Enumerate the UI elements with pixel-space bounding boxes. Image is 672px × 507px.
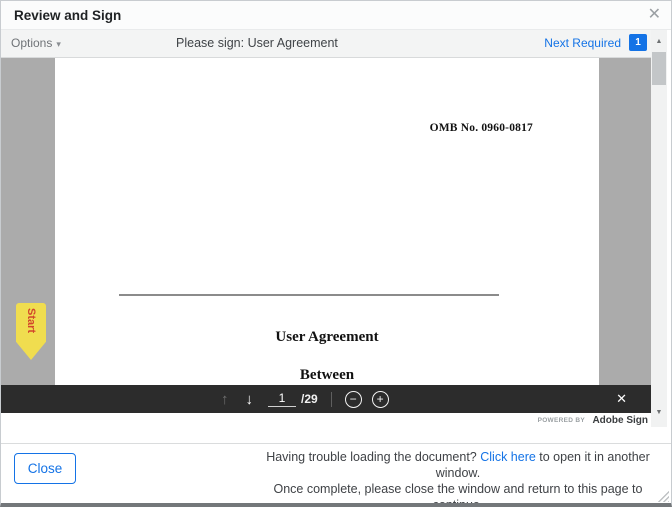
close-button[interactable]: Close — [14, 453, 76, 484]
vertical-scrollbar[interactable]: ▲ ▼ — [651, 30, 667, 427]
omb-number: OMB No. 0960-0817 — [429, 122, 533, 134]
document-viewer: OMB No. 0960-0817 User Agreement Between… — [1, 58, 651, 413]
options-menu-button[interactable]: Options ▾ — [11, 36, 61, 50]
help-text: Having trouble loading the document? Cli… — [253, 449, 663, 507]
right-gutter — [667, 30, 671, 427]
powered-by-row: POWERED BY Adobe Sign — [1, 413, 651, 427]
options-label: Options — [11, 36, 53, 50]
nav-divider — [330, 391, 332, 407]
document-page: OMB No. 0960-0817 User Agreement Between — [55, 58, 599, 413]
document-subtitle: Between — [299, 367, 355, 383]
adobe-sign-brand: Adobe Sign — [592, 415, 648, 426]
start-tab-label: Start — [25, 308, 37, 334]
sign-toolbar: Options ▾ Please sign: User Agreement Nex… — [1, 30, 651, 58]
next-required-count-badge: 1 — [629, 34, 647, 51]
next-page-icon[interactable]: ↓ — [246, 392, 254, 407]
scrollbar-down-icon[interactable]: ▼ — [651, 409, 667, 416]
footer-divider — [1, 443, 671, 444]
start-signing-tab[interactable]: Start — [16, 303, 46, 360]
total-pages-label: /29 — [301, 392, 318, 406]
previous-page-icon[interactable]: ↑ — [221, 392, 229, 407]
sign-content-column: Options ▾ Please sign: User Agreement Nex… — [1, 30, 651, 427]
zoom-out-icon[interactable]: − — [344, 390, 362, 408]
help-line2: Once complete, please close the window a… — [273, 482, 643, 507]
review-and-sign-dialog: Review and Sign ✕ Options ▾ Please sign: … — [0, 0, 672, 507]
dialog-title: Review and Sign — [14, 8, 122, 23]
dialog-header: Review and Sign ✕ — [1, 1, 671, 30]
nav-bar-close-icon[interactable]: ✕ — [616, 391, 627, 407]
next-required-label: Next Required — [544, 35, 621, 50]
page-navigation-bar: ↑ ↓ /29 − + ✕ — [1, 385, 651, 413]
sign-iframe-area: Options ▾ Please sign: User Agreement Nex… — [1, 30, 671, 427]
document-horizontal-rule — [119, 294, 499, 296]
chevron-down-icon: ▾ — [56, 39, 61, 49]
please-sign-text: Please sign: User Agreement — [176, 36, 338, 50]
zoom-in-icon[interactable]: + — [371, 390, 389, 408]
help-line1-before: Having trouble loading the document? — [266, 450, 481, 464]
powered-by-label: POWERED BY — [537, 417, 585, 424]
close-icon[interactable]: ✕ — [645, 5, 664, 25]
page-number-input[interactable] — [268, 391, 296, 407]
next-required-button[interactable]: Next Required 1 — [544, 34, 647, 51]
dialog-footer: Close Having trouble loading the documen… — [1, 427, 671, 503]
click-here-link[interactable]: Click here — [480, 450, 536, 464]
scrollbar-thumb[interactable] — [652, 52, 666, 85]
document-title: User Agreement — [275, 329, 379, 345]
scrollbar-up-icon[interactable]: ▲ — [651, 38, 667, 45]
page-nav-controls: ↑ ↓ /29 − + — [221, 385, 389, 413]
